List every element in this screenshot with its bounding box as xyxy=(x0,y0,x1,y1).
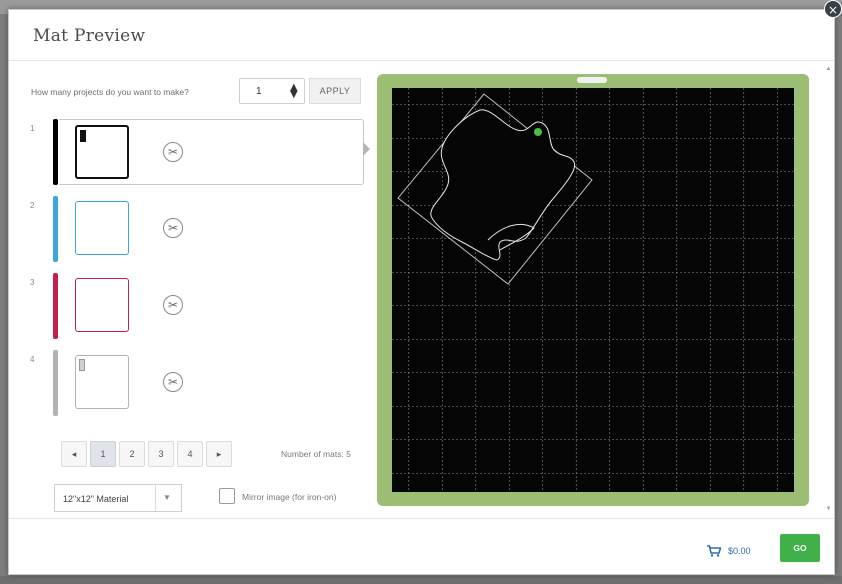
apply-button[interactable]: APPLY xyxy=(309,78,361,104)
mat-design[interactable] xyxy=(397,93,593,285)
mirror-option[interactable]: Mirror image (for iron-on) xyxy=(219,488,379,508)
page-button[interactable]: 1 xyxy=(90,441,116,467)
mat-pagination: ◂ 1 2 3 4 ▸ Number of mats: 5 xyxy=(61,441,381,467)
quantity-row: How many projects do you want to make? 1… xyxy=(31,78,371,106)
mat-row[interactable]: 4 ✂ xyxy=(27,347,367,417)
background-bottom xyxy=(0,576,842,584)
mat-thumbnail[interactable] xyxy=(75,201,129,255)
mirror-label[interactable]: Mirror image (for iron-on) xyxy=(242,492,336,502)
mirror-checkbox[interactable] xyxy=(219,488,235,504)
quantity-stepper[interactable]: 1 ▲ ▼ xyxy=(239,78,305,104)
scissors-icon[interactable]: ✂ xyxy=(163,295,183,315)
price-label[interactable]: $0.00 xyxy=(728,546,751,556)
design-thumbnail xyxy=(79,359,85,371)
mat-thumbnail[interactable] xyxy=(75,355,129,409)
mat-preview-dialog: Mat Preview ▲ ▼ How many projects do you… xyxy=(8,9,835,575)
chevron-down-icon[interactable]: ▼ xyxy=(163,493,171,502)
mat-row[interactable]: 1 ✂ xyxy=(27,116,370,186)
material-select[interactable]: 12"x12" Material ▼ xyxy=(54,484,182,512)
mat-thumbnail[interactable] xyxy=(75,278,129,332)
design-shape[interactable] xyxy=(430,109,576,261)
dialog-footer: $0.00 GO xyxy=(9,518,834,577)
mat-card[interactable]: ✂ xyxy=(59,273,364,339)
mats-count: Number of mats: 5 xyxy=(281,449,351,459)
page-button[interactable]: 4 xyxy=(177,441,203,467)
mat-number: 4 xyxy=(30,355,35,364)
rotate-handle-icon[interactable] xyxy=(534,128,542,136)
mat-color-bar xyxy=(53,119,58,185)
mat-tab xyxy=(577,77,607,83)
page-button[interactable]: 2 xyxy=(119,441,145,467)
select-divider xyxy=(155,485,156,511)
mat-number: 2 xyxy=(30,201,35,210)
mat-card[interactable]: ✂ xyxy=(59,350,364,416)
cart-icon[interactable] xyxy=(707,545,721,557)
mat-card[interactable]: ✂ xyxy=(59,119,364,185)
scissors-icon[interactable]: ✂ xyxy=(163,218,183,238)
close-button[interactable]: × xyxy=(824,0,842,18)
mat-thumbnail[interactable] xyxy=(75,125,129,179)
scissors-icon[interactable]: ✂ xyxy=(163,372,183,392)
material-select-value[interactable]: 12"x12" Material xyxy=(63,494,128,504)
mat-preview xyxy=(377,74,809,506)
quantity-value[interactable]: 1 xyxy=(256,86,262,97)
mat-number: 1 xyxy=(30,124,35,133)
quantity-label: How many projects do you want to make? xyxy=(31,87,189,97)
dialog-header: Mat Preview xyxy=(9,10,834,61)
mat-color-bar xyxy=(53,350,58,416)
scroll-down-icon[interactable]: ▼ xyxy=(824,506,833,512)
mat-color-bar xyxy=(53,196,58,262)
mat-number: 3 xyxy=(30,278,35,287)
page-button[interactable]: 3 xyxy=(148,441,174,467)
selected-pointer-icon xyxy=(363,142,370,156)
go-button[interactable]: GO xyxy=(780,534,820,562)
mat-row[interactable]: 3 ✂ xyxy=(27,270,367,340)
dialog-title: Mat Preview xyxy=(33,26,146,46)
cutting-mat[interactable] xyxy=(392,88,794,492)
design-thumbnail xyxy=(80,130,86,142)
dialog-scrollbar[interactable]: ▲ ▼ xyxy=(824,66,833,516)
chevron-right-icon[interactable]: ▸ xyxy=(206,441,232,467)
mat-row[interactable]: 2 ✂ xyxy=(27,193,367,263)
mat-grid-svg xyxy=(392,88,794,492)
chevron-left-icon[interactable]: ◂ xyxy=(61,441,87,467)
scissors-icon[interactable]: ✂ xyxy=(163,142,183,162)
scroll-up-icon[interactable]: ▲ xyxy=(824,66,833,72)
mat-card[interactable]: ✂ xyxy=(59,196,364,262)
mat-color-bar xyxy=(53,273,58,339)
stepper-arrows-icon[interactable]: ▲ ▼ xyxy=(290,83,298,100)
